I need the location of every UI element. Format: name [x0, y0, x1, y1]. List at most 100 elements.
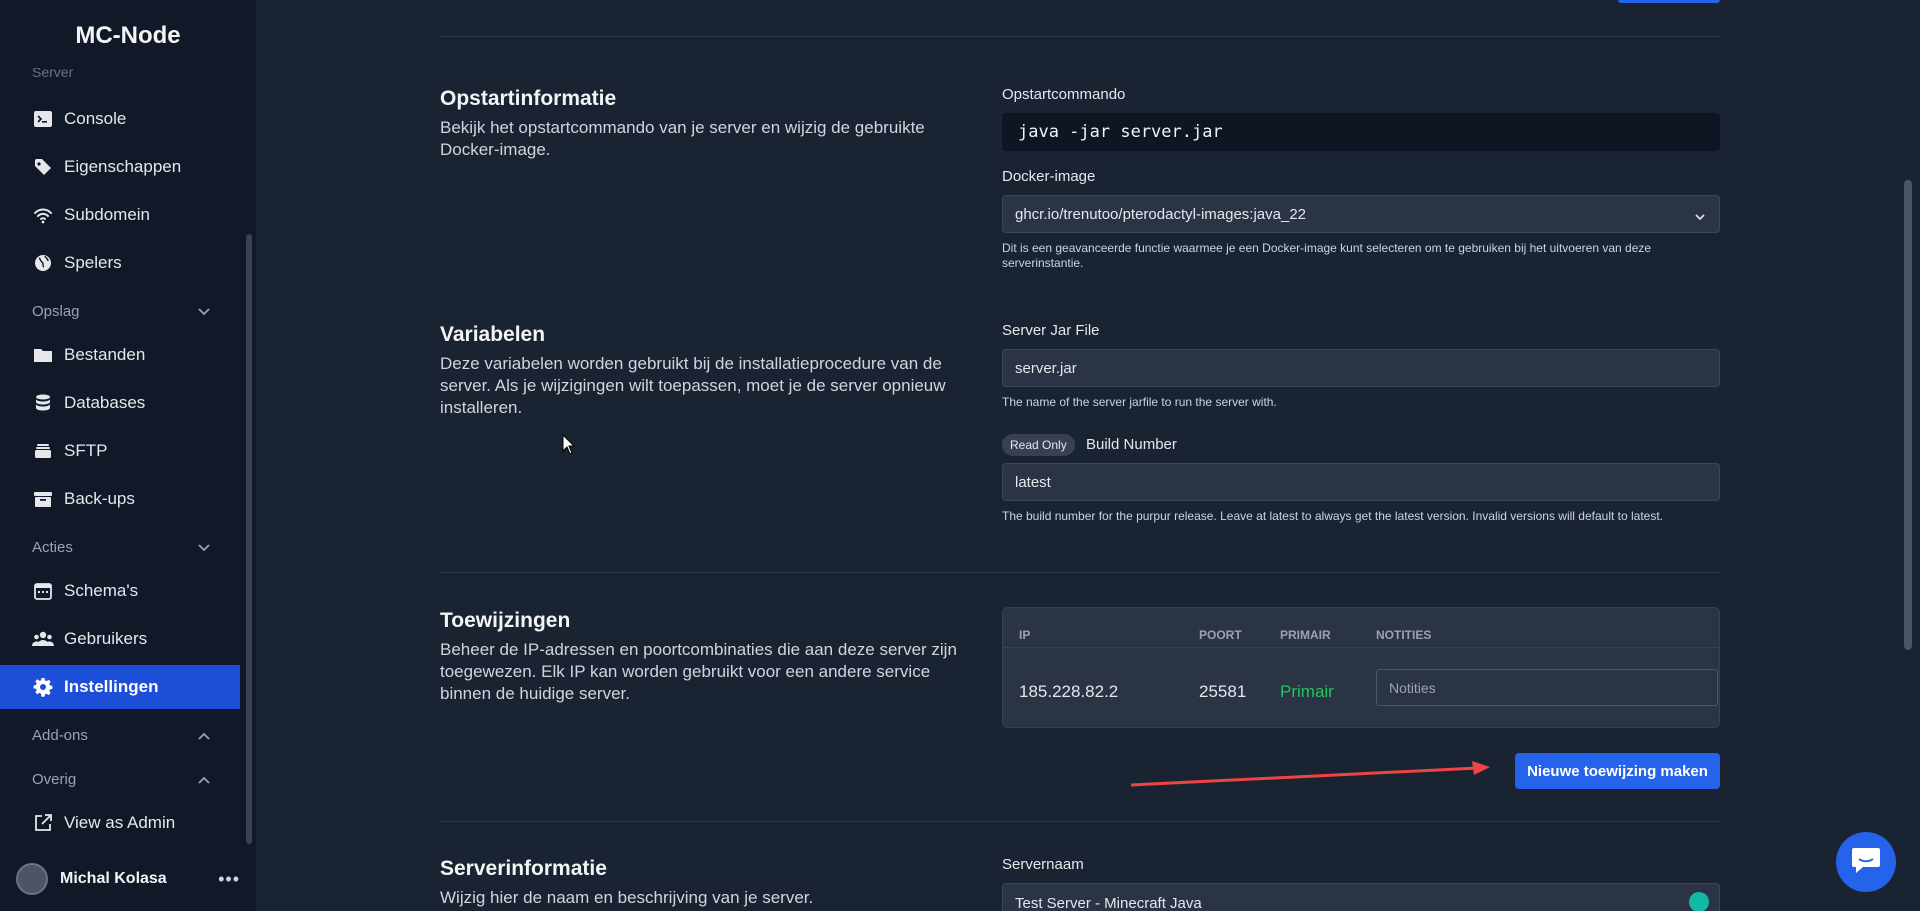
- startup-title: Opstartinformatie: [440, 87, 617, 110]
- column-header-primary: PRIMAIR: [1280, 628, 1331, 642]
- allocation-primary-badge: Primair: [1280, 682, 1334, 701]
- section-label: Acties: [32, 539, 73, 556]
- sidebar-item-label: Bestanden: [64, 345, 146, 364]
- sidebar-item-spelers[interactable]: Spelers: [0, 241, 240, 285]
- variables-title: Variabelen: [440, 323, 546, 346]
- allocation-ip: 185.228.82.2: [1019, 682, 1119, 701]
- column-header-notes: NOTITIES: [1376, 628, 1432, 642]
- sidebar-item-label: Databases: [64, 393, 146, 412]
- allocations-title: Toewijzingen: [440, 609, 571, 632]
- read-only-badge: Read Only: [1002, 434, 1075, 456]
- user-name: Michal Kolasa: [60, 870, 167, 887]
- startup-command-display: java -jar server.jar: [1002, 113, 1720, 151]
- server-name-input[interactable]: Test Server - Minecraft Java: [1002, 883, 1720, 911]
- divider: [440, 572, 1720, 573]
- server-jar-label: Server Jar File: [1002, 322, 1100, 339]
- sidebar-item-label: Spelers: [64, 253, 122, 272]
- server-name-value: Test Server - Minecraft Java: [1015, 894, 1202, 911]
- tag-icon: [32, 156, 54, 178]
- build-number-label: Build Number: [1086, 436, 1177, 453]
- allocation-port: 25581: [1199, 682, 1247, 701]
- new-allocation-button[interactable]: Nieuwe toewijzing maken: [1515, 753, 1720, 789]
- sidebar-scrollbar[interactable]: [246, 234, 252, 844]
- chevron-down-icon: [1695, 208, 1705, 225]
- avatar: [16, 863, 48, 895]
- chevron-down-icon: [198, 303, 210, 320]
- sidebar-item-schemas[interactable]: Schema's: [0, 569, 240, 613]
- brand-logo[interactable]: MC-Node: [0, 22, 256, 50]
- sidebar-item-console[interactable]: Console: [0, 97, 240, 141]
- wifi-icon: [32, 204, 54, 226]
- database-icon: [32, 392, 54, 414]
- sidebar-item-label: Subdomein: [64, 205, 151, 224]
- section-label: Add-ons: [32, 727, 88, 744]
- terminal-icon: [32, 108, 54, 130]
- startup-command-label: Opstartcommando: [1002, 86, 1126, 103]
- serverinfo-description: Wijzig hier de naam en beschrijving van …: [440, 888, 814, 907]
- allocations-description: Beheer de IP-adressen en poortcombinatie…: [440, 640, 957, 703]
- chat-bubble-icon: [1850, 845, 1882, 880]
- sidebar-item-label: Console: [64, 109, 127, 128]
- chevron-up-icon: [198, 727, 210, 744]
- section-toggle-acties[interactable]: Acties: [32, 539, 210, 556]
- external-link-icon: [32, 812, 54, 834]
- globe-icon: [32, 252, 54, 274]
- users-icon: [32, 628, 54, 650]
- docker-image-select[interactable]: ghcr.io/trenutoo/pterodactyl-images:java…: [1002, 195, 1720, 233]
- save-button-partial[interactable]: [1618, 0, 1720, 3]
- chat-button[interactable]: [1836, 832, 1896, 892]
- divider: [440, 36, 1720, 37]
- docker-image-value: ghcr.io/trenutoo/pterodactyl-images:java…: [1015, 205, 1307, 223]
- sidebar-item-databases[interactable]: Databases: [0, 381, 240, 425]
- more-options-icon[interactable]: •••: [218, 869, 240, 890]
- allocation-notes-input[interactable]: Notities: [1376, 669, 1718, 706]
- folder-icon: [32, 344, 54, 366]
- section-toggle-overig[interactable]: Overig: [32, 771, 210, 788]
- section-toggle-opslag[interactable]: Opslag: [32, 303, 210, 320]
- user-menu[interactable]: Michal Kolasa •••: [16, 862, 240, 896]
- server-jar-input[interactable]: server.jar: [1002, 349, 1720, 387]
- section-toggle-addons[interactable]: Add-ons: [32, 727, 210, 744]
- sidebar-item-label: Schema's: [64, 581, 139, 600]
- sidebar-item-label: Eigenschappen: [64, 157, 182, 176]
- build-number-input: latest: [1002, 463, 1720, 501]
- allocations-table: IP POORT PRIMAIR NOTITIES 185.228.82.2 2…: [1002, 607, 1720, 728]
- column-header-port: POORT: [1199, 628, 1242, 642]
- sidebar-item-label: Back-ups: [64, 489, 135, 508]
- mouse-cursor-icon: [562, 434, 576, 455]
- section-label-server: Server: [32, 68, 74, 80]
- sidebar-item-backups[interactable]: Back-ups: [0, 477, 240, 521]
- sidebar-item-eigenschappen[interactable]: Eigenschappen: [0, 145, 240, 189]
- sidebar-item-gebruikers[interactable]: Gebruikers: [0, 617, 240, 661]
- column-header-ip: IP: [1019, 628, 1031, 642]
- variables-description: Deze variabelen worden gebruikt bij de i…: [440, 354, 946, 417]
- sidebar-item-bestanden[interactable]: Bestanden: [0, 333, 240, 377]
- password-manager-icon[interactable]: [1689, 892, 1709, 911]
- sidebar-item-label: Gebruikers: [64, 629, 148, 648]
- section-label: Opslag: [32, 303, 80, 320]
- serverinfo-title: Serverinformatie: [440, 857, 607, 880]
- table-header-divider: [1003, 647, 1719, 648]
- startup-description: Bekijk het opstartcommando van je server…: [440, 118, 925, 159]
- docker-image-help: Dit is een geavanceerde functie waarmee …: [1002, 241, 1652, 270]
- server-name-label: Servernaam: [1002, 856, 1084, 873]
- sidebar-item-instellingen[interactable]: Instellingen: [0, 665, 240, 709]
- main-scrollbar[interactable]: [1904, 180, 1912, 650]
- sidebar-item-label: Instellingen: [64, 677, 159, 696]
- annotation-arrow: [1130, 761, 1490, 787]
- sidebar: MC-Node Server Console Eigenschappen Sub…: [0, 0, 256, 911]
- sidebar-item-label: SFTP: [64, 441, 108, 460]
- server-jar-help: The name of the server jarfile to run th…: [1002, 395, 1277, 409]
- sidebar-item-sftp[interactable]: SFTP: [0, 429, 240, 473]
- calendar-icon: [32, 580, 54, 602]
- gear-icon: [32, 676, 54, 698]
- divider: [440, 821, 1720, 822]
- sidebar-item-label: View as Admin: [64, 813, 176, 832]
- sidebar-item-subdomein[interactable]: Subdomein: [0, 193, 240, 237]
- stack-icon: [32, 440, 54, 462]
- chevron-down-icon: [198, 539, 210, 556]
- chevron-up-icon: [198, 771, 210, 788]
- sidebar-item-view-as-admin[interactable]: View as Admin: [0, 801, 240, 845]
- section-label: Overig: [32, 771, 77, 788]
- archive-icon: [32, 488, 54, 510]
